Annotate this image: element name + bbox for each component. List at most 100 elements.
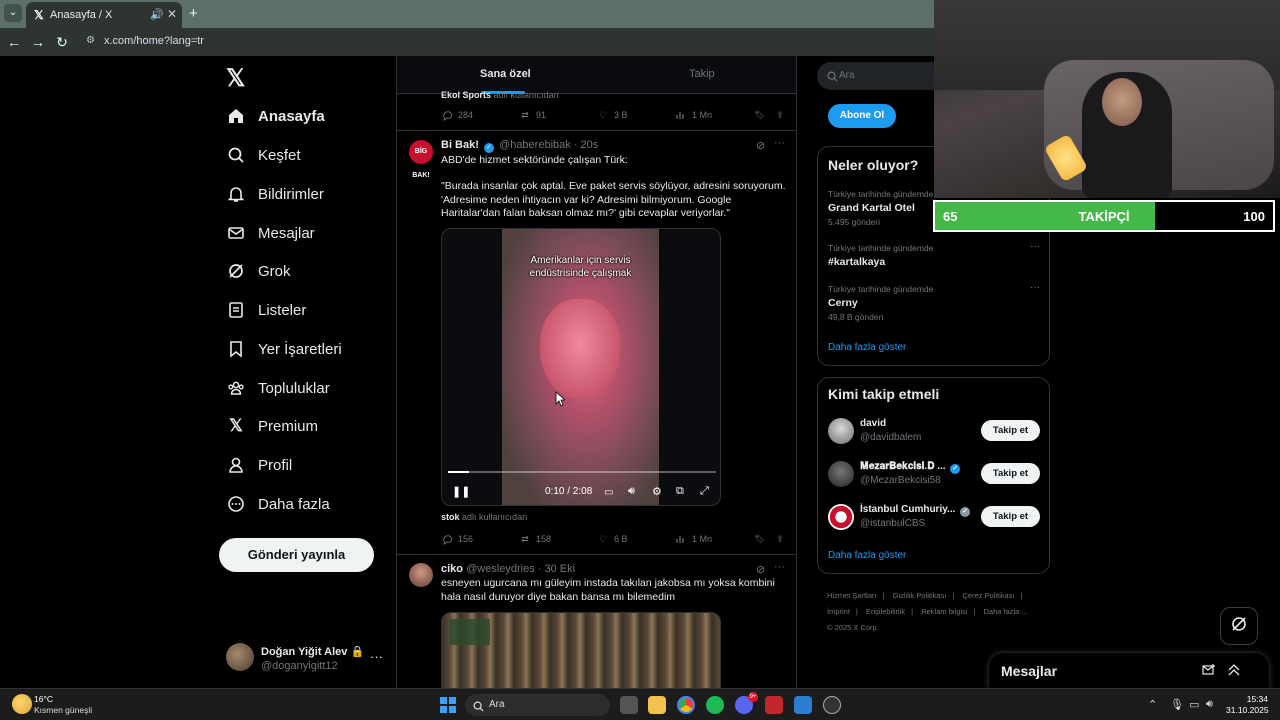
author-name[interactable]: Bi Bak! bbox=[441, 139, 479, 151]
follow-suggestion[interactable]: 𝐌𝐞𝐳𝐚𝐫𝐁𝐞𝐤𝐜𝐢𝐬𝐢.𝐃 ... ✓ @MezarBekcisi58 Tak… bbox=[828, 459, 1040, 489]
spotify-icon[interactable] bbox=[706, 696, 724, 714]
messages-drawer[interactable]: Mesajlar bbox=[989, 653, 1269, 689]
footer-link[interactable]: Daha fazla ... bbox=[984, 607, 1028, 616]
video-progress-bar[interactable] bbox=[448, 471, 716, 473]
discord-icon[interactable]: 9+ bbox=[735, 692, 758, 714]
sidebar-item-anasayfa[interactable]: Anasayfa bbox=[226, 102, 325, 130]
more-icon[interactable]: ··· bbox=[774, 561, 785, 573]
video-player[interactable]: Amerikanlar için servis endüstrisinde ça… bbox=[441, 228, 721, 506]
subscribe-button[interactable]: Abone Ol bbox=[828, 104, 896, 128]
follow-suggestion[interactable]: İstanbul Cumhuriy... ✓ @istanbulCBS Taki… bbox=[828, 502, 1040, 532]
more-icon[interactable]: ··· bbox=[370, 649, 383, 664]
post-button[interactable]: Gönderi yayınla bbox=[219, 538, 374, 572]
views-button[interactable]: 1 Mn bbox=[675, 109, 712, 121]
footer-link[interactable]: Çerez Politikası bbox=[962, 591, 1014, 600]
trend-item[interactable]: Türkiye tarihinde gündemde #kartalkaya ·… bbox=[828, 241, 1040, 268]
sidebar-item-listeler[interactable]: Listeler bbox=[226, 296, 306, 324]
footer-link[interactable]: Gizlilik Politikası bbox=[893, 591, 947, 600]
follow-suggestion[interactable]: david @davidbalem Takip et bbox=[828, 416, 1040, 446]
site-info-icon[interactable]: ⚙ bbox=[86, 35, 95, 46]
weather-temp[interactable]: 16°C bbox=[34, 694, 53, 704]
taskbar-search[interactable]: Ara bbox=[465, 694, 610, 716]
author-handle[interactable]: @haberebibak bbox=[499, 139, 571, 151]
reply-button[interactable]: 284 bbox=[441, 109, 473, 121]
weather-desc[interactable]: Kısmen güneşli bbox=[34, 705, 92, 715]
follow-button[interactable]: Takip et bbox=[981, 506, 1040, 527]
like-button[interactable]: ♡ 3 B bbox=[597, 109, 628, 121]
new-tab-button[interactable]: + bbox=[189, 5, 198, 22]
chevron-up-icon[interactable]: ⌃ bbox=[1148, 698, 1157, 711]
bookmark-button[interactable]: 🔖︎ bbox=[754, 533, 766, 545]
tweet-time[interactable]: · 30 Eki bbox=[538, 563, 575, 575]
more-icon[interactable]: ··· bbox=[774, 137, 785, 149]
bookmark-button[interactable]: 🔖︎ bbox=[754, 109, 766, 121]
grok-icon[interactable]: ⊘ bbox=[756, 139, 765, 152]
sidebar-item-mesajlar[interactable]: Mesajlar bbox=[226, 219, 315, 247]
repost-button[interactable]: ⇄ 91 bbox=[519, 109, 546, 121]
settings-icon[interactable]: ⚙ bbox=[652, 485, 662, 498]
author-name[interactable]: ciko bbox=[441, 563, 463, 575]
tab-menu-button[interactable]: ⌄ bbox=[4, 4, 22, 22]
fullscreen-icon[interactable]: ⤢ bbox=[700, 485, 709, 498]
clock-time[interactable]: 15:34 bbox=[1236, 694, 1268, 704]
chrome-icon[interactable] bbox=[677, 696, 695, 714]
speaker-icon[interactable]: 🔊 bbox=[150, 8, 164, 21]
obs-icon[interactable] bbox=[823, 696, 841, 714]
repost-button[interactable]: ⇄ 158 bbox=[519, 533, 551, 545]
new-message-icon[interactable] bbox=[1202, 663, 1218, 679]
follow-button[interactable]: Takip et bbox=[981, 463, 1040, 484]
chevron-up-icon[interactable] bbox=[1227, 663, 1243, 679]
trend-item[interactable]: Türkiye tarihinde gündemde Cerny 49,8 B … bbox=[828, 282, 1040, 322]
share-button[interactable]: ⇪ bbox=[774, 533, 786, 545]
trends-show-more[interactable]: Daha fazla göster bbox=[828, 342, 906, 353]
source-name[interactable]: stok bbox=[441, 512, 460, 522]
footer-link[interactable]: Erişilebilirlik bbox=[866, 607, 905, 616]
url-field[interactable]: ⚙ x.com/home?lang=tr bbox=[80, 32, 940, 52]
file-explorer-icon[interactable] bbox=[648, 696, 666, 714]
app-icon[interactable] bbox=[765, 696, 783, 714]
sidebar-item-premium[interactable]: 𝕏 Premium bbox=[226, 412, 318, 440]
sidebar-item-bildirimler[interactable]: Bildirimler bbox=[226, 180, 324, 208]
tab-for-you[interactable]: Sana özel bbox=[480, 68, 531, 80]
tweet-media[interactable] bbox=[441, 612, 721, 688]
clock-date[interactable]: 31.10.2025 bbox=[1226, 705, 1269, 715]
share-button[interactable]: ⇪ bbox=[774, 109, 786, 121]
search-input[interactable]: Ara bbox=[817, 62, 947, 90]
avatar[interactable]: BİG BAK! bbox=[409, 140, 433, 179]
browser-tab[interactable]: 𝕏 Anasayfa / X 🔊 ✕ bbox=[26, 2, 182, 28]
grok-icon[interactable]: ⊘ bbox=[756, 563, 765, 576]
footer-link[interactable]: İmprint bbox=[827, 607, 850, 616]
author-handle[interactable]: @wesleydries bbox=[466, 563, 535, 575]
windows-start-icon[interactable] bbox=[440, 697, 456, 713]
who-to-follow-show-more[interactable]: Daha fazla göster bbox=[828, 550, 906, 561]
pip-icon[interactable]: ⧉ bbox=[676, 485, 684, 498]
follow-button[interactable]: Takip et bbox=[981, 420, 1040, 441]
forward-icon[interactable]: → bbox=[29, 33, 47, 51]
sidebar-item-keşfet[interactable]: Keşfet bbox=[226, 141, 301, 169]
pause-icon[interactable]: ❚❚ bbox=[452, 485, 470, 498]
sidebar-item-profil[interactable]: Profil bbox=[226, 451, 292, 479]
footer-link[interactable]: Hizmet Şartları bbox=[827, 591, 877, 600]
volume-icon[interactable]: 🔊︎ bbox=[628, 485, 635, 498]
reload-icon[interactable]: ↻ bbox=[53, 33, 71, 51]
volume-icon[interactable]: 🔊︎ bbox=[1206, 698, 1213, 711]
x-logo-icon[interactable]: 𝕏 bbox=[226, 64, 245, 93]
source-name[interactable]: Ekol Sports bbox=[441, 90, 491, 100]
tweet-time[interactable]: · 20s bbox=[574, 139, 598, 151]
grok-float-button[interactable] bbox=[1220, 607, 1258, 645]
more-icon[interactable]: ··· bbox=[1030, 241, 1040, 252]
sidebar-item-grok[interactable]: Grok bbox=[226, 257, 291, 285]
account-switcher[interactable]: Doğan Yiğit Alev 🔒 @doganyigitt12 ··· bbox=[226, 643, 386, 675]
app-icon[interactable] bbox=[794, 696, 812, 714]
sidebar-item-topluluklar[interactable]: Topluluklar bbox=[226, 374, 330, 402]
tab-following[interactable]: Takip bbox=[689, 68, 715, 80]
reply-button[interactable]: 156 bbox=[441, 533, 473, 545]
back-icon[interactable]: ← bbox=[5, 33, 23, 51]
more-icon[interactable]: ··· bbox=[1030, 282, 1040, 293]
close-tab-icon[interactable]: ✕ bbox=[167, 7, 177, 21]
microphone-icon[interactable]: 🎙︎ bbox=[1170, 698, 1184, 711]
task-view-icon[interactable] bbox=[620, 696, 638, 714]
network-icon[interactable]: ▭ bbox=[1189, 698, 1199, 711]
sidebar-item-daha-fazla[interactable]: Daha fazla bbox=[226, 490, 330, 518]
captions-icon[interactable]: ▭ bbox=[604, 487, 613, 498]
